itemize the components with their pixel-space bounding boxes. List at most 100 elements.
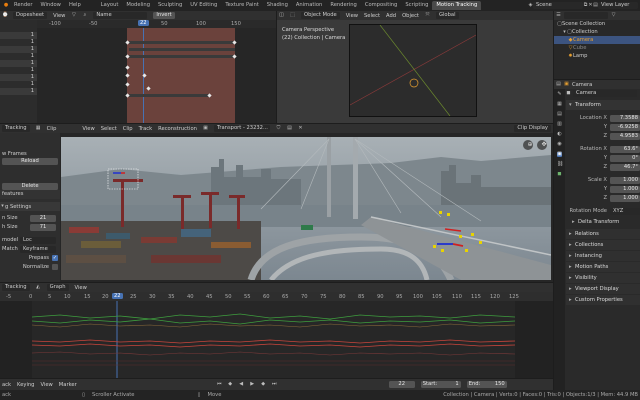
rotation-x-field[interactable]: 63.6°: [610, 145, 640, 153]
editor-type-icon[interactable]: ☰: [556, 13, 561, 18]
clip-view-menu[interactable]: View: [82, 126, 94, 132]
match-dropdown[interactable]: Keyframe: [20, 245, 56, 253]
view-layer-tab-icon[interactable]: ▥: [557, 122, 562, 127]
viewport-3d[interactable]: ◫ ⬚ Object Mode View Select Add Object ⤧…: [277, 11, 553, 123]
channel-row[interactable]: 1: [0, 67, 37, 74]
location-z-field[interactable]: 4.9583: [610, 132, 640, 140]
rotation-y-field[interactable]: 0°: [610, 154, 640, 162]
object-mode-dropdown[interactable]: Object Mode: [301, 12, 340, 19]
scale-x-field[interactable]: 1.000: [610, 176, 640, 184]
workspace-tab-compositing[interactable]: Compositing: [361, 1, 402, 10]
scene-tab-icon[interactable]: ◐: [557, 132, 562, 137]
clip-clip-menu[interactable]: Clip: [123, 126, 133, 132]
menu-render[interactable]: Render: [10, 1, 36, 10]
menu-window[interactable]: Window: [36, 1, 64, 10]
dopesheet-view-menu[interactable]: View: [53, 13, 65, 19]
view-layer-selector[interactable]: View Layer: [598, 2, 638, 9]
channel-row[interactable]: 1: [0, 46, 37, 53]
transform-panel-header[interactable]: ▾ Transform: [566, 100, 640, 110]
select-mode-icon[interactable]: ⬚: [290, 13, 295, 18]
dopesheet-ruler[interactable]: -100 -50 22 50 100 150: [37, 20, 276, 28]
current-frame-indicator[interactable]: 22: [112, 293, 123, 299]
channel-row[interactable]: 1: [0, 39, 37, 46]
end-frame-field[interactable]: End: 150: [466, 381, 507, 388]
constraints-tab-icon[interactable]: ⛓: [557, 162, 563, 167]
pattern-size-field[interactable]: 21: [30, 214, 56, 222]
outliner-row-camera[interactable]: ◆ Camera: [554, 36, 640, 44]
graph-mode-dropdown[interactable]: Tracking: [2, 284, 30, 291]
prev-keyframe-icon[interactable]: ◆: [228, 382, 233, 387]
workspace-tab-shading[interactable]: Shading: [263, 1, 292, 10]
jump-end-icon[interactable]: ⏭: [272, 382, 277, 387]
clip-zoom-icon[interactable]: ⊕: [525, 140, 535, 150]
invert-button[interactable]: Invert: [153, 12, 175, 19]
viewport-object-menu[interactable]: Object: [402, 13, 419, 19]
delete-track-button[interactable]: Delete: [2, 183, 58, 190]
viewport-select-menu[interactable]: Select: [364, 13, 380, 19]
editor-type-icon[interactable]: ⌚: [2, 13, 8, 18]
location-y-field[interactable]: -6.9258: [610, 123, 640, 131]
fake-user-icon[interactable]: ⛉: [276, 126, 281, 131]
rotation-mode-dropdown[interactable]: XYZ Euler: [610, 207, 640, 215]
channel-row[interactable]: 1: [0, 81, 37, 88]
render-tab-icon[interactable]: ▦: [557, 102, 562, 107]
relations-panel-header[interactable]: ▸ Relations: [566, 229, 640, 239]
open-clip-icon[interactable]: ▤: [287, 126, 292, 131]
motion-paths-panel-header[interactable]: ▸ Motion Paths: [566, 262, 640, 272]
scale-y-field[interactable]: 1.000: [610, 185, 640, 193]
visibility-panel-header[interactable]: ▸ Visibility: [566, 273, 640, 283]
location-x-field[interactable]: 7.3588: [610, 114, 640, 122]
clip-select-menu[interactable]: Select: [101, 126, 117, 132]
keyframe-marker[interactable]: [232, 54, 237, 59]
channel-row[interactable]: 1: [0, 32, 37, 39]
clip-reconstruction-menu[interactable]: Reconstruction: [158, 126, 197, 132]
workspace-tab-uv-editing[interactable]: UV Editing: [186, 1, 221, 10]
camera-data-tab-icon[interactable]: ◼: [557, 172, 562, 177]
prepass-row[interactable]: Prepass ✓: [0, 254, 60, 262]
viewport-display-panel-header[interactable]: ▸ Viewport Display: [566, 284, 640, 294]
graph-view-menu[interactable]: View: [75, 285, 87, 291]
scale-z-field[interactable]: 1.000: [610, 194, 640, 202]
collections-panel-header[interactable]: ▸ Collections: [566, 240, 640, 250]
jump-start-icon[interactable]: ⏮: [217, 382, 222, 387]
play-reverse-icon[interactable]: ◀: [239, 382, 244, 387]
play-icon[interactable]: ▶: [250, 382, 255, 387]
clip-name-field[interactable]: Transport - 23232...: [213, 125, 270, 132]
world-tab-icon[interactable]: ◉: [557, 142, 562, 147]
blender-logo-icon[interactable]: ●: [2, 3, 10, 8]
outliner-row-cube[interactable]: ▽ Cube: [554, 44, 640, 52]
clip-pan-icon[interactable]: ✥: [539, 140, 549, 150]
workspace-tab-rendering[interactable]: Rendering: [326, 1, 361, 10]
clip-footage-frame[interactable]: [61, 137, 551, 280]
tracking-mode-dropdown[interactable]: Tracking: [2, 125, 30, 132]
settings-section-header[interactable]: ▾ g Settings: [0, 202, 60, 211]
graph-ruler[interactable]: -5 0 5 10 15 20 22 25 30 35 40 45 50 55 …: [0, 292, 553, 301]
timeline-track-menu[interactable]: ack: [2, 382, 11, 388]
orientation-dropdown[interactable]: Global: [435, 12, 459, 19]
reload-button[interactable]: Reload: [2, 158, 58, 165]
search-icon[interactable]: ⌕: [82, 13, 87, 18]
clip-display-dropdown[interactable]: Clip Display: [514, 125, 551, 132]
workspace-tab-layout[interactable]: Layout: [97, 1, 123, 10]
workspace-tab-modeling[interactable]: Modeling: [122, 1, 154, 10]
filter-icon[interactable]: ▽: [71, 13, 76, 18]
outliner-row-lamp[interactable]: ✸ Lamp: [554, 52, 640, 60]
workspace-tab-motion-tracking[interactable]: Motion Tracking: [432, 1, 482, 10]
normalize-row[interactable]: Normalize: [0, 263, 60, 271]
viewport-add-menu[interactable]: Add: [386, 13, 396, 19]
tool-tab-icon[interactable]: ✎: [557, 92, 562, 97]
menu-help[interactable]: Help: [65, 1, 85, 10]
instancing-panel-header[interactable]: ▸ Instancing: [566, 251, 640, 261]
dopesheet-mode-dropdown[interactable]: Dopesheet: [13, 12, 48, 19]
graph-type-dropdown[interactable]: Graph: [46, 284, 69, 291]
clip-track-menu[interactable]: Track: [139, 126, 153, 132]
name-filter-input[interactable]: Name: [93, 12, 148, 19]
outliner-row-collection[interactable]: ▾ ▢ Collection: [554, 28, 640, 36]
workspace-tab-sculpting[interactable]: Sculpting: [154, 1, 186, 10]
editor-type-icon[interactable]: ▤: [556, 82, 561, 87]
filter-icon[interactable]: ▽: [611, 13, 616, 18]
normalize-checkbox[interactable]: [52, 264, 58, 270]
timeline-keying-menu[interactable]: Keying: [17, 382, 34, 388]
editor-type-icon[interactable]: ◫: [279, 13, 284, 18]
start-frame-field[interactable]: Start: 1: [420, 381, 461, 388]
